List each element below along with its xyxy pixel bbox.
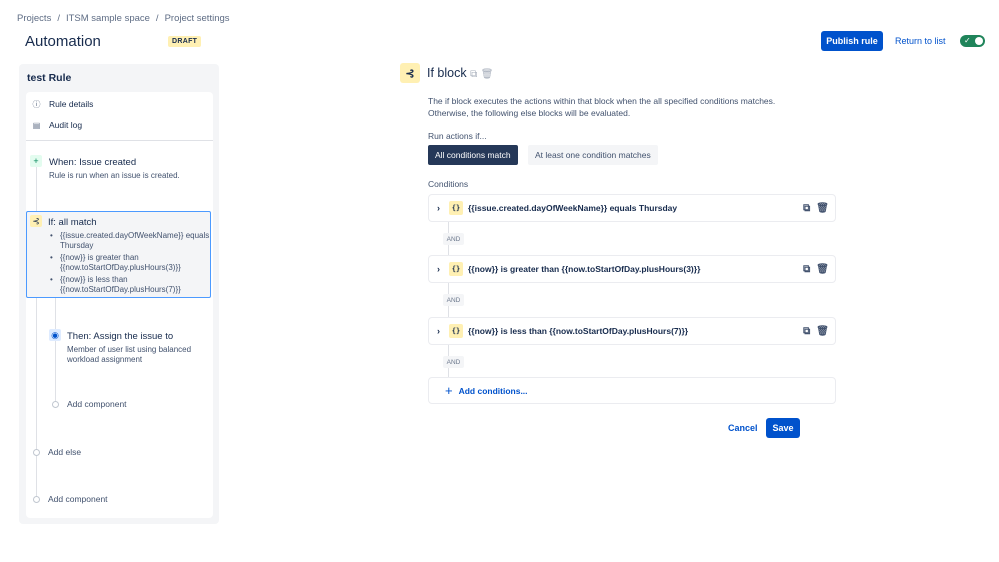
chevron-right-icon[interactable]: › — [437, 203, 447, 213]
copy-icon[interactable]: ⧉ — [470, 69, 477, 80]
plus-icon: + — [30, 155, 42, 167]
add-component-inner[interactable]: Add component — [67, 399, 127, 409]
all-conditions-option[interactable]: All conditions match — [428, 145, 518, 165]
breadcrumb: Projects / ITSM sample space / Project setti… — [17, 13, 230, 24]
conditions-label: Conditions — [428, 179, 469, 189]
add-conditions-label: Add conditions... — [458, 385, 528, 396]
rule-outline: ⓘ Rule details ▤ Audit log + When: Issue c… — [26, 92, 213, 518]
divider — [26, 140, 213, 141]
breadcrumb-settings[interactable]: Project settings — [165, 13, 230, 24]
return-to-list-link[interactable]: Return to list — [895, 36, 946, 46]
condition-row[interactable]: ›{} {{now}} is less than {{now.toStartOfD… — [428, 317, 836, 345]
draft-badge: DRAFT — [168, 36, 202, 47]
editor-description: The if block executes the actions within… — [428, 95, 775, 119]
if-title: If: all match — [48, 217, 97, 228]
then-subtitle: Member of user list using balanced workl… — [67, 345, 192, 364]
editor-title-text: If block — [427, 66, 467, 80]
and-badge: AND — [443, 294, 464, 306]
add-component[interactable]: Add component — [48, 494, 108, 504]
and-badge: AND — [443, 356, 464, 368]
rule-sidebar: test Rule ⓘ Rule details ▤ Audit log + Whe… — [19, 64, 219, 524]
chevron-right-icon[interactable]: › — [437, 326, 447, 336]
check-icon: ✓ — [964, 36, 971, 45]
audit-log-icon: ▤ — [32, 120, 41, 130]
trash-icon[interactable]: 🗑 — [816, 264, 829, 275]
trash-icon[interactable]: 🗑 — [816, 203, 829, 214]
branch-icon: ⊰ — [400, 63, 420, 83]
condition-text: {{now}} is less than {{now.toStartOfDay.… — [468, 326, 689, 336]
breadcrumb-projects[interactable]: Projects — [17, 13, 51, 24]
trash-icon[interactable]: 🗑 — [816, 326, 829, 337]
publish-rule-button[interactable]: Publish rule — [821, 31, 883, 51]
breadcrumb-space[interactable]: ITSM sample space — [66, 13, 150, 24]
copy-icon[interactable]: ⧉ — [803, 326, 810, 337]
desc-line: Otherwise, the following else blocks wil… — [428, 108, 631, 118]
add-else[interactable]: Add else — [48, 447, 81, 457]
user-icon: ◉ — [49, 329, 61, 341]
trash-icon[interactable]: 🗑 — [481, 69, 494, 80]
any-condition-option[interactable]: At least one condition matches — [528, 145, 658, 165]
rule-enabled-toggle[interactable]: ✓ — [960, 35, 985, 47]
info-icon: ⓘ — [32, 99, 41, 109]
branch-icon: ⊰ — [30, 215, 42, 227]
trigger-subtitle: Rule is run when an issue is created. — [49, 171, 180, 180]
if-block-item[interactable]: ⊰ If: all match {{issue.created.dayOfWee… — [26, 211, 211, 298]
condition-text: {{now}} is greater than {{now.toStartOfD… — [468, 264, 701, 274]
desc-line: The if block executes the actions within… — [428, 96, 776, 106]
braces-icon: {} — [449, 324, 463, 338]
menu-label: Rule details — [49, 99, 94, 109]
chevron-right-icon[interactable]: › — [437, 264, 447, 274]
braces-icon: {} — [449, 201, 463, 215]
list-item: {{now}} is less than {{now.toStartOfDay.… — [49, 275, 210, 295]
then-title[interactable]: Then: Assign the issue to — [67, 331, 173, 342]
trigger-title[interactable]: When: Issue created — [49, 157, 136, 168]
rule-details-item[interactable]: ⓘ Rule details — [32, 99, 94, 109]
audit-log-item[interactable]: ▤ Audit log — [32, 120, 82, 130]
plus-icon: + — [445, 383, 453, 398]
save-button[interactable]: Save — [766, 418, 800, 438]
menu-label: Audit log — [49, 120, 83, 130]
copy-icon[interactable]: ⧉ — [803, 203, 810, 214]
list-item: {{now}} is greater than {{now.toStartOfD… — [49, 253, 210, 273]
page-title: Automation — [25, 33, 101, 50]
editor-title: If block ⧉ 🗑 — [427, 66, 493, 80]
if-conditions-list: {{issue.created.dayOfWeekName}} equals T… — [49, 231, 210, 297]
rule-name: test Rule — [27, 72, 72, 84]
and-badge: AND — [443, 233, 464, 245]
condition-row[interactable]: ›{} {{issue.created.dayOfWeekName}} equal… — [428, 194, 836, 222]
add-conditions-button[interactable]: + Add conditions... — [428, 377, 836, 404]
condition-text: {{issue.created.dayOfWeekName}} equals T… — [468, 203, 678, 213]
cancel-button[interactable]: Cancel — [728, 423, 758, 433]
copy-icon[interactable]: ⧉ — [803, 264, 810, 275]
run-actions-label: Run actions if... — [428, 131, 487, 141]
braces-icon: {} — [449, 262, 463, 276]
list-item: {{issue.created.dayOfWeekName}} equals T… — [49, 231, 210, 251]
condition-row[interactable]: ›{} {{now}} is greater than {{now.toStart… — [428, 255, 836, 283]
